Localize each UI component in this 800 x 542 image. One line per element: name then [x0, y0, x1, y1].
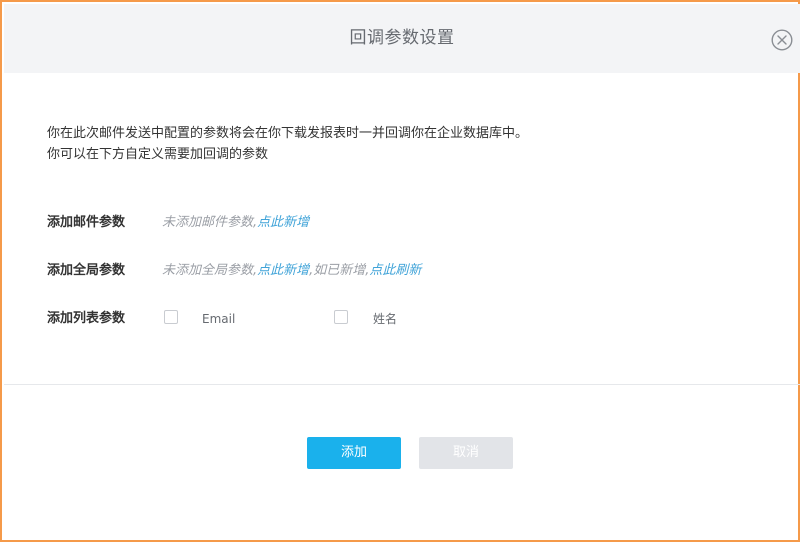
close-circle-icon: [771, 29, 793, 51]
add-button[interactable]: 添加: [307, 437, 401, 469]
mail-params-content: 未添加邮件参数,点此新增: [162, 213, 309, 233]
close-button[interactable]: [771, 29, 793, 51]
intro-line-1: 你在此次邮件发送中配置的参数将会在你下载发报表时一并回调你在企业数据库中。: [47, 126, 529, 141]
callback-settings-dialog: 回调参数设置 你在此次邮件发送中配置的参数将会在你下载发报表时一并回调你在企业数…: [0, 0, 800, 542]
name-checkbox-label[interactable]: 姓名: [373, 309, 397, 329]
list-params-label: 添加列表参数: [47, 311, 126, 326]
cancel-button[interactable]: 取消: [419, 437, 513, 469]
email-checkbox[interactable]: [164, 310, 178, 324]
mail-params-label: 添加邮件参数: [47, 215, 126, 230]
name-checkbox[interactable]: [334, 310, 348, 324]
mail-params-add-link[interactable]: 点此新增: [257, 215, 309, 230]
list-params-row: 添加列表参数 Email 姓名: [47, 309, 547, 329]
dialog-title: 回调参数设置: [349, 28, 455, 48]
dialog-header: 回调参数设置: [4, 4, 800, 73]
mail-params-empty-text: 未添加邮件参数,: [162, 215, 258, 230]
global-params-label: 添加全局参数: [47, 263, 126, 278]
footer-divider: [4, 384, 800, 385]
global-params-content: 未添加全局参数,点此新增,如已新增,点此刷新: [162, 261, 421, 281]
global-params-empty-text: 未添加全局参数,: [162, 263, 258, 278]
intro-text: 你在此次邮件发送中配置的参数将会在你下载发报表时一并回调你在企业数据库中。 你可…: [47, 123, 528, 165]
global-params-added-text: ,如已新增,: [309, 263, 370, 278]
intro-line-2: 你可以在下方自定义需要加回调的参数: [47, 147, 269, 162]
global-params-add-link[interactable]: 点此新增: [257, 263, 309, 278]
global-params-refresh-link[interactable]: 点此刷新: [369, 263, 421, 278]
email-checkbox-label[interactable]: Email: [202, 309, 235, 329]
